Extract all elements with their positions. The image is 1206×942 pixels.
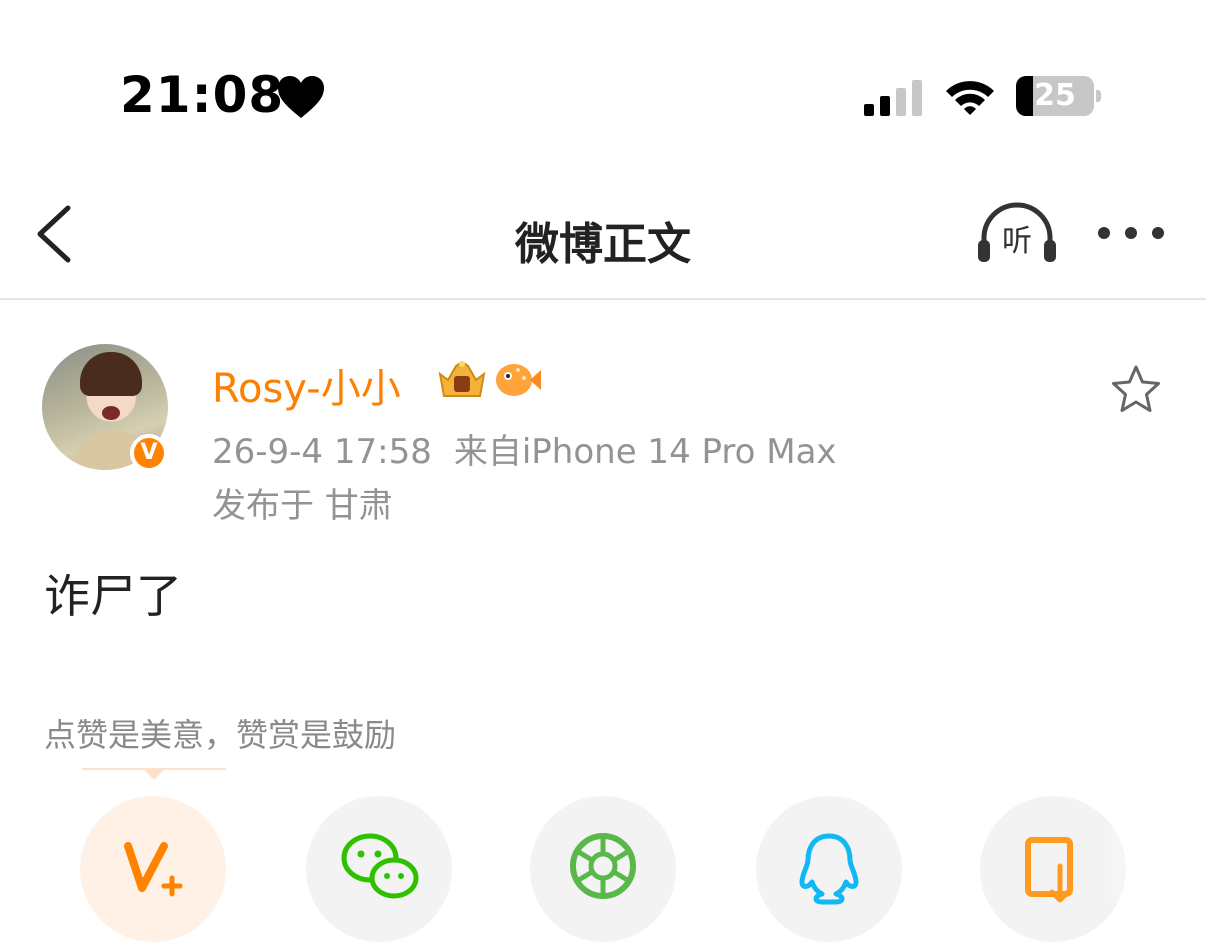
listen-label: 听 (1002, 224, 1032, 259)
crown-icon[interactable] (434, 358, 490, 400)
wechat-share-button[interactable] (306, 796, 452, 942)
post-text: 诈尸了 (44, 569, 182, 623)
tip-arrow (142, 768, 166, 780)
more-icon[interactable] (1096, 220, 1166, 246)
battery-cap (1096, 90, 1101, 102)
post-location: 发布于 甘肃 (212, 486, 393, 526)
signal-icon (864, 80, 922, 116)
heart-icon (278, 76, 324, 118)
qq-share-button[interactable] (756, 796, 902, 942)
fish-icon[interactable] (494, 358, 542, 400)
post-source: 来自iPhone 14 Pro Max (453, 432, 837, 472)
wifi-icon (946, 81, 994, 115)
listen-button[interactable]: 听 (974, 202, 1060, 266)
vplus-share-button[interactable] (80, 796, 226, 942)
post-date: 26-9-4 17:58 (212, 432, 432, 472)
verified-badge: V (130, 434, 168, 472)
post-meta: 26-9-4 17:58 来自iPhone 14 Pro Max (212, 424, 837, 473)
nav-divider (0, 298, 1206, 300)
status-time: 21:08 (120, 66, 285, 124)
moments-share-button[interactable] (530, 796, 676, 942)
vplus-icon (124, 842, 183, 897)
battery-icon: 25 (1016, 76, 1094, 116)
battery-level: 25 (1034, 78, 1076, 113)
qq-icon (799, 833, 859, 905)
wechat-icon (341, 833, 419, 899)
reward-tip: 点赞是美意，赞赏是鼓励 (44, 716, 397, 754)
author-name[interactable]: Rosy-小小 (212, 356, 401, 414)
moments-icon (570, 833, 636, 899)
scroll-fade (1100, 820, 1206, 904)
star-icon[interactable] (1110, 364, 1162, 414)
